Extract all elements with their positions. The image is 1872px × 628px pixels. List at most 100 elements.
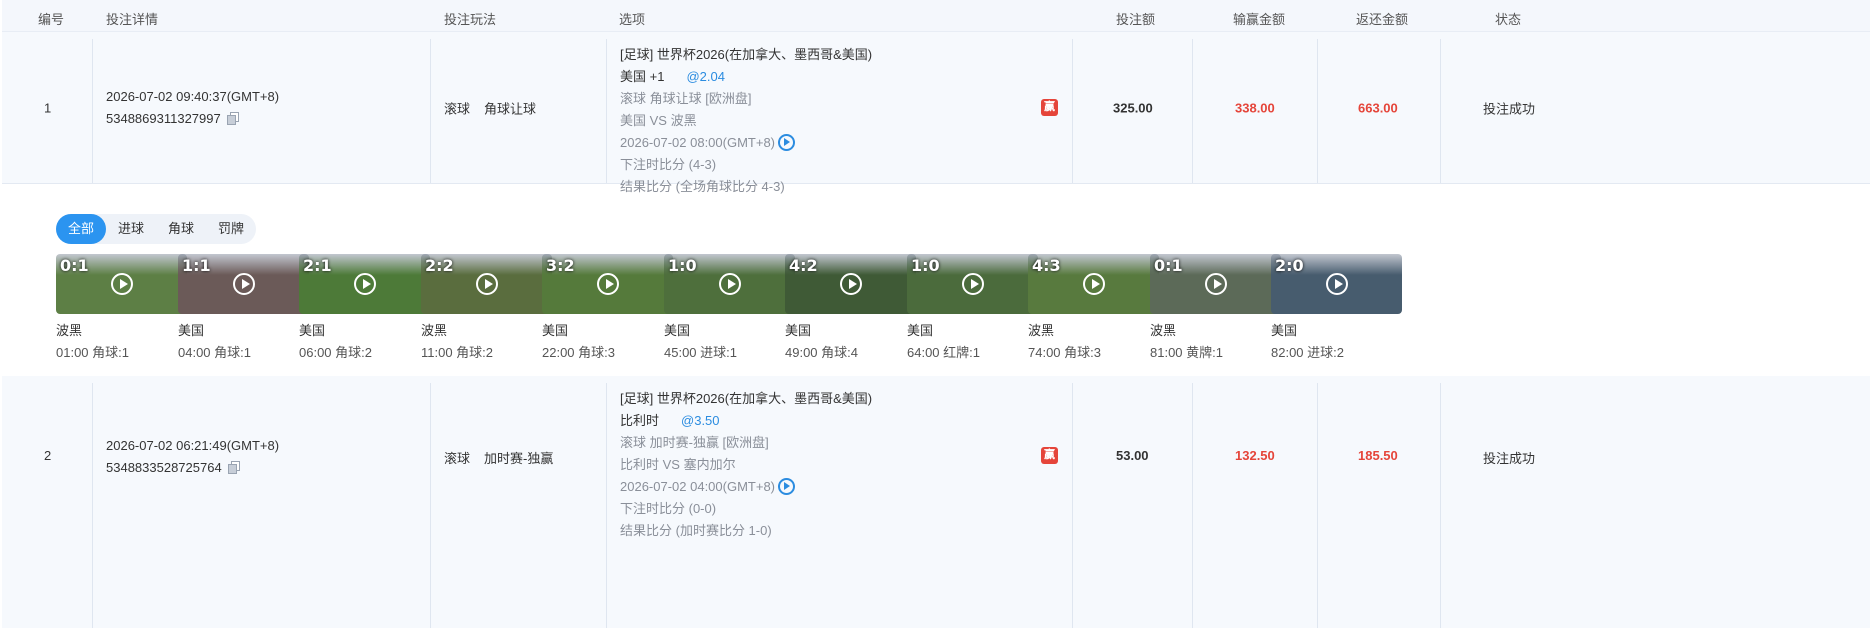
clip-team: 美国: [907, 323, 934, 338]
clip-thumbnail[interactable]: 3:2: [542, 254, 673, 314]
league-name: [足球] 世界杯2026(在加拿大、墨西哥&美国): [620, 47, 873, 62]
clip-thumbnail[interactable]: 1:1: [178, 254, 309, 314]
winloss-amount: 338.00: [1235, 100, 1275, 115]
clip-event: 45:00 进球:1: [664, 345, 737, 360]
bet-score: 下注时比分 (4-3): [620, 157, 717, 172]
bet-option: [足球] 世界杯2026(在加拿大、墨西哥&美国) 美国 +1 @2.04 滚球 …: [620, 44, 872, 198]
play-icon[interactable]: [962, 273, 984, 295]
match-time: 2026-07-02 08:00(GMT+8): [620, 135, 776, 150]
clip-thumbnail[interactable]: 4:2: [785, 254, 916, 314]
stake-amount: 325.00: [1113, 100, 1153, 115]
match-time-line: 2026-07-02 08:00(GMT+8): [620, 132, 872, 154]
video-clip[interactable]: 1:1 美国 04:00 角球:1: [178, 254, 309, 364]
video-clip[interactable]: 2:2 波黑 11:00 角球:2: [421, 254, 552, 364]
clip-team: 波黑: [421, 323, 448, 338]
order-id-line: 5348833528725764: [106, 457, 279, 479]
play-icon[interactable]: [719, 273, 741, 295]
order-id-line: 5348869311327997: [106, 108, 279, 130]
clip-score: 2:2: [425, 256, 454, 275]
clip-thumbnail[interactable]: 0:1: [1150, 254, 1281, 314]
play-icon[interactable]: [1326, 273, 1348, 295]
clip-thumbnail[interactable]: 2:2: [421, 254, 552, 314]
play-icon[interactable]: [1083, 273, 1105, 295]
bet-detail: 2026-07-02 09:40:37(GMT+8) 5348869311327…: [106, 86, 279, 130]
clip-score: 0:1: [60, 256, 89, 275]
win-badge: 赢: [1041, 99, 1058, 116]
result-score: 结果比分 (加时赛比分 1-0): [620, 523, 772, 538]
clip-score: 1:0: [911, 256, 940, 275]
play-icon[interactable]: [233, 273, 255, 295]
copy-icon[interactable]: [226, 111, 239, 125]
filter-all[interactable]: 全部: [56, 214, 106, 244]
filter-card[interactable]: 罚牌: [206, 214, 256, 244]
bet-score: 下注时比分 (0-0): [620, 501, 717, 516]
play-type: 滚球: [444, 101, 471, 116]
video-clip[interactable]: 1:0 美国 64:00 红牌:1: [907, 254, 1038, 364]
play-video-icon[interactable]: [778, 134, 796, 151]
header-winloss: 输赢金额: [1233, 12, 1286, 27]
play-icon[interactable]: [111, 273, 133, 295]
copy-icon[interactable]: [227, 461, 240, 474]
bet-status: 投注成功: [1483, 451, 1536, 466]
bet-row[interactable]: 2 2026-07-02 06:21:49(GMT+8) 53488335287…: [2, 376, 1870, 628]
header-status: 状态: [1495, 12, 1522, 27]
clip-event: 01:00 角球:1: [56, 345, 129, 360]
filter-goal[interactable]: 进球: [106, 214, 156, 244]
header-return: 返还金额: [1356, 12, 1409, 27]
filter-corner[interactable]: 角球: [156, 214, 206, 244]
clip-team: 波黑: [56, 323, 83, 338]
odds: @2.04: [686, 69, 725, 84]
video-clip[interactable]: 4:3 波黑 74:00 角球:3: [1028, 254, 1159, 364]
result-score: 结果比分 (全场角球比分 4-3): [620, 179, 785, 194]
clip-event: 82:00 进球:2: [1271, 345, 1344, 360]
play-icon[interactable]: [354, 273, 376, 295]
video-clip[interactable]: 0:1 波黑 01:00 角球:1: [56, 254, 187, 364]
play-icon[interactable]: [597, 273, 619, 295]
market: 滚球 加时赛-独赢 [欧洲盘]: [620, 435, 769, 450]
play-name: 角球让球: [484, 101, 537, 116]
clip-event: 06:00 角球:2: [299, 345, 372, 360]
play-icon[interactable]: [476, 273, 498, 295]
winloss-amount: 132.50: [1235, 448, 1275, 463]
order-id: 5348833528725764: [106, 460, 222, 475]
bet-status: 投注成功: [1483, 101, 1536, 116]
clip-thumbnail[interactable]: 2:1: [299, 254, 430, 314]
clip-score: 1:0: [668, 256, 697, 275]
video-clip[interactable]: 3:2 美国 22:00 角球:3: [542, 254, 673, 364]
match: 美国 VS 波黑: [620, 113, 697, 128]
clip-event: 04:00 角球:1: [178, 345, 251, 360]
clip-score: 4:2: [789, 256, 818, 275]
clip-thumbnail[interactable]: 0:1: [56, 254, 187, 314]
clip-team: 波黑: [1150, 323, 1177, 338]
bet-row[interactable]: 1 2026-07-02 09:40:37(GMT+8) 53488693113…: [2, 32, 1870, 194]
video-clip[interactable]: 4:2 美国 49:00 角球:4: [785, 254, 916, 364]
play-video-icon[interactable]: [778, 478, 796, 495]
bet-play: 滚球 加时赛-独赢: [444, 448, 567, 467]
match-time: 2026-07-02 04:00(GMT+8): [620, 479, 776, 494]
clip-thumbnail[interactable]: 1:0: [907, 254, 1038, 314]
clip-thumbnail[interactable]: 2:0: [1271, 254, 1402, 314]
selection: 美国 +1: [620, 69, 665, 84]
play-icon[interactable]: [1205, 273, 1227, 295]
video-clip[interactable]: 2:1 美国 06:00 角球:2: [299, 254, 430, 364]
clip-team: 美国: [299, 323, 326, 338]
clip-score: 0:1: [1154, 256, 1183, 275]
selection: 比利时: [620, 413, 660, 428]
bet-play: 滚球 角球让球: [444, 98, 550, 117]
selection-line: 比利时 @3.50: [620, 410, 872, 432]
video-clip[interactable]: 1:0 美国 45:00 进球:1: [664, 254, 795, 364]
stake-amount: 53.00: [1116, 448, 1149, 463]
clip-score: 2:0: [1275, 256, 1304, 275]
bet-detail: 2026-07-02 06:21:49(GMT+8) 5348833528725…: [106, 435, 279, 479]
video-clip[interactable]: 0:1 波黑 81:00 黄牌:1: [1150, 254, 1281, 364]
selection-line: 美国 +1 @2.04: [620, 66, 872, 88]
clip-thumbnail[interactable]: 4:3: [1028, 254, 1159, 314]
clip-team: 波黑: [1028, 323, 1055, 338]
play-icon[interactable]: [840, 273, 862, 295]
header-stake: 投注额: [1116, 12, 1156, 27]
clip-score: 2:1: [303, 256, 332, 275]
clip-team: 美国: [542, 323, 569, 338]
clip-event: 49:00 角球:4: [785, 345, 858, 360]
video-clip[interactable]: 2:0 美国 82:00 进球:2: [1271, 254, 1402, 364]
clip-thumbnail[interactable]: 1:0: [664, 254, 795, 314]
